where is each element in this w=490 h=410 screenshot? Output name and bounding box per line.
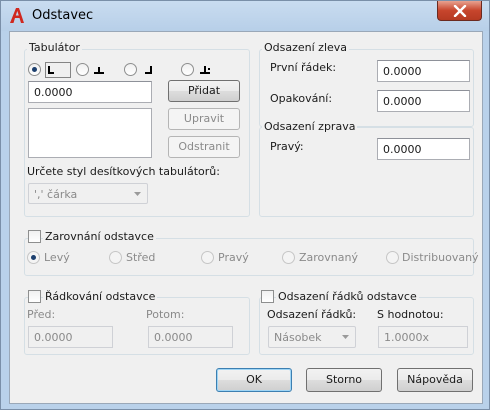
spacing-before-label: Před: [27,308,56,321]
line-spacing-type-label: Odsazení řádků: [267,308,357,321]
line-spacing-type-select[interactable]: Násobek [268,326,356,348]
line-spacing-type-value: Násobek [274,331,322,344]
right-indent-input[interactable]: 0.0000 [377,138,470,160]
tab-group-title: Tabulátor [27,41,82,54]
line-spacing-value-input[interactable]: 1.0000x [378,326,468,348]
align-center-radio[interactable] [109,251,122,264]
chevron-down-icon [342,335,349,339]
align-justify-radio[interactable] [282,251,295,264]
decimal-style-select[interactable]: ',' čárka [28,183,148,204]
line-spacing-value-label: S hodnotou: [377,308,444,321]
help-button[interactable]: Nápověda [397,368,473,392]
close-button[interactable] [437,1,482,21]
autocad-a-logo-icon [10,8,24,23]
title-bar[interactable]: Odstavec [1,1,489,31]
alignment-title: Zarovnání odstavce [43,230,156,243]
close-x-icon [453,5,467,17]
window-title: Odstavec [32,8,94,23]
dialog-content: Tabulátor 0.0000 Přidat Upravit Odstrani… [9,31,483,404]
align-center-label: Střed [126,251,156,264]
first-line-label: První řádek: [270,61,337,74]
align-right-label: Pravý [218,251,249,264]
align-distribute-label: Distribuovaný [402,251,479,264]
tab-right-radio[interactable] [124,63,137,76]
tab-stops-list[interactable] [28,108,152,158]
alignment-checkbox[interactable] [28,230,41,243]
line-spacing-title: Odsazení řádků odstavce [276,290,419,303]
tab-position-input[interactable]: 0.0000 [28,81,152,103]
hanging-input[interactable]: 0.0000 [377,90,470,112]
spacing-after-label: Potom: [146,308,185,321]
tab-left-radio[interactable] [28,63,41,76]
decimal-tab-icon [200,66,210,74]
spacing-title: Řádkování odstavce [43,290,158,303]
align-distribute-radio[interactable] [386,251,399,264]
right-indent-title: Odsazení zprava [262,120,358,133]
cancel-button[interactable]: Storno [306,368,382,392]
remove-tab-button[interactable]: Odstranit [168,136,240,158]
center-tab-icon [94,67,104,74]
left-indent-title: Odsazení zleva [262,41,350,54]
left-tab-icon [45,62,71,78]
right-tab-icon [145,66,152,74]
align-left-radio[interactable] [27,251,40,264]
align-justify-label: Zarovnaný [299,251,358,264]
spacing-checkbox[interactable] [28,290,41,303]
spacing-after-input[interactable]: 0.0000 [148,326,233,348]
align-right-radio[interactable] [201,251,214,264]
right-indent-label: Pravý: [270,140,304,153]
ok-button[interactable]: OK [216,368,292,392]
tab-center-radio[interactable] [76,63,89,76]
hanging-label: Opakování: [270,92,333,105]
line-spacing-checkbox[interactable] [261,290,274,303]
align-left-label: Levý [44,251,70,264]
tab-decimal-radio[interactable] [181,63,194,76]
spacing-before-input[interactable]: 0.0000 [28,326,113,348]
decimal-style-value: ',' čárka [34,188,78,201]
paragraph-dialog: Odstavec Tabulátor 0.0000 Přidat Upravit… [0,0,490,410]
chevron-down-icon [134,192,141,196]
first-line-input[interactable]: 0.0000 [377,60,470,82]
modify-tab-button[interactable]: Upravit [168,108,240,130]
add-tab-button[interactable]: Přidat [168,80,240,102]
decimal-style-label: Určete styl desítkových tabulátorů: [27,165,220,178]
